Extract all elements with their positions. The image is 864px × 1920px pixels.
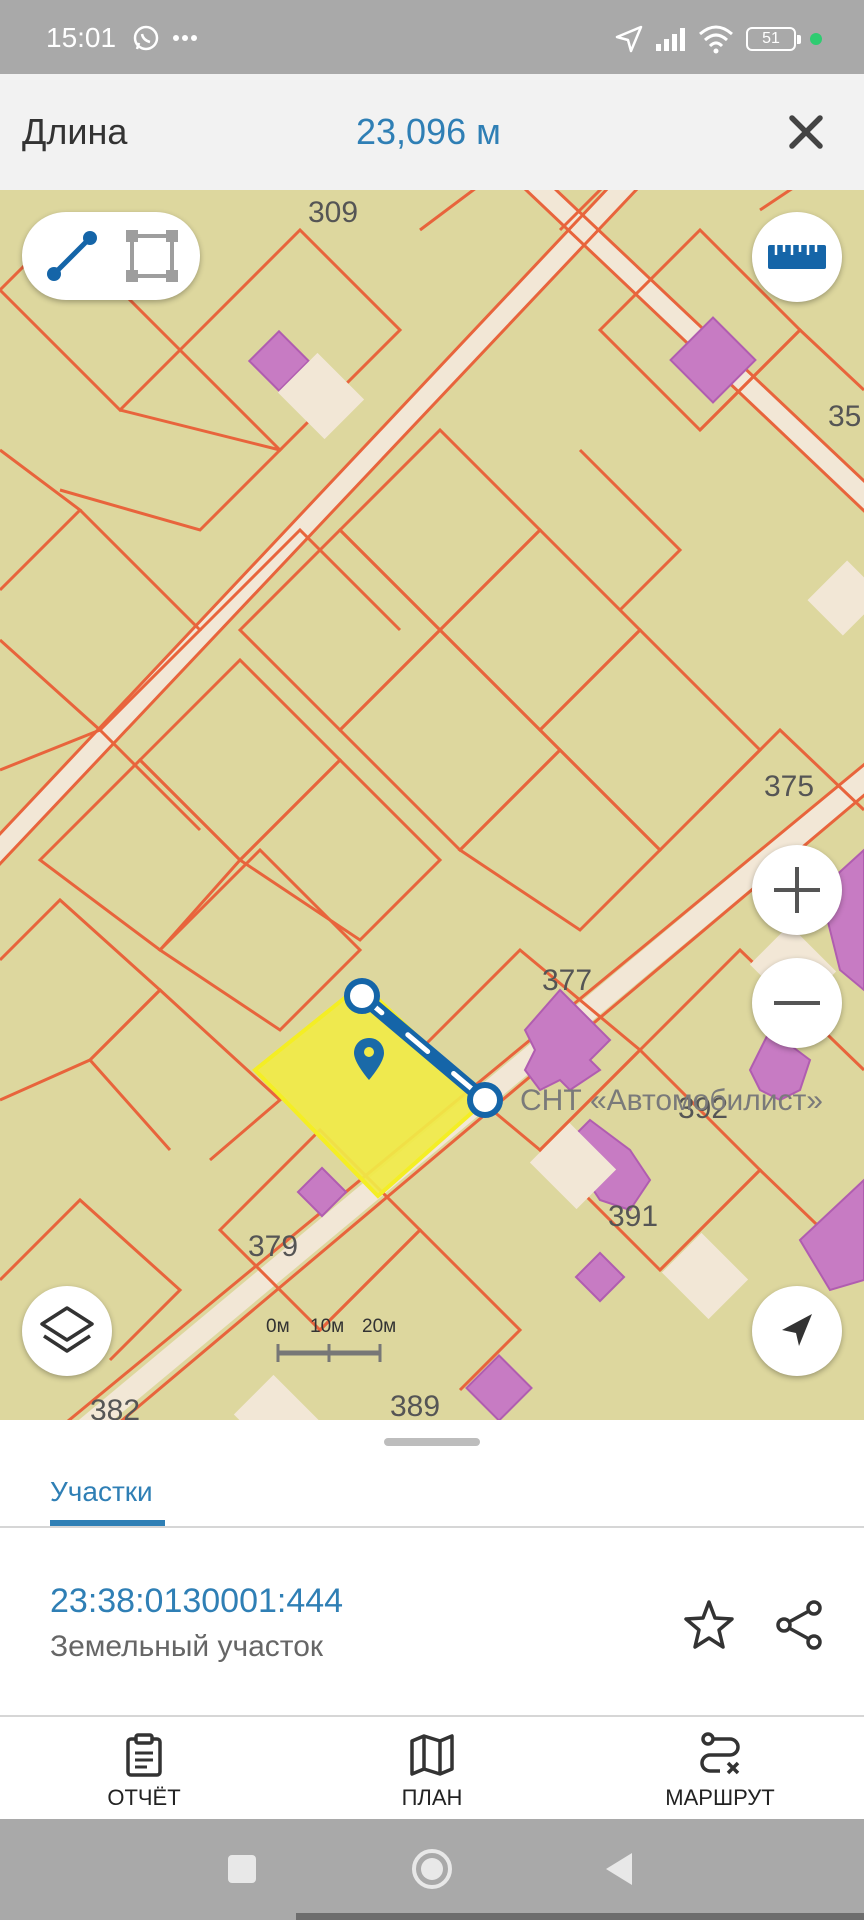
home-icon[interactable] — [410, 1847, 454, 1891]
system-navigation-bar — [0, 1819, 864, 1920]
nav-label: ПЛАН — [401, 1785, 463, 1810]
wifi-icon — [699, 25, 733, 54]
back-icon[interactable] — [602, 1851, 636, 1887]
parcel-number-label: 377 — [542, 964, 593, 997]
parcel-type: Земельный участок — [50, 1630, 324, 1663]
scale-bar: 0м 10м 20м — [266, 1316, 406, 1376]
area-measure-icon[interactable] — [120, 224, 184, 288]
sheet-drag-handle[interactable] — [384, 1438, 480, 1446]
nav-report[interactable]: ОТЧЁТ — [44, 1717, 244, 1819]
plus-icon — [774, 867, 820, 913]
parcel-number-label: 391 — [608, 1200, 659, 1233]
recent-apps-icon[interactable] — [226, 1853, 258, 1885]
scale-label: 10м — [310, 1316, 345, 1337]
zoom-out-button[interactable] — [752, 958, 842, 1048]
ruler-button[interactable] — [752, 212, 842, 302]
parcel-number-label: 35 — [828, 400, 862, 433]
nav-route[interactable]: МАРШРУТ — [620, 1717, 820, 1819]
measure-header: Длина 23,096 м — [0, 74, 864, 190]
close-icon[interactable] — [776, 102, 836, 162]
battery-icon: 51 — [746, 27, 801, 51]
area-label: СНТ «Автомобилист» — [520, 1084, 823, 1117]
whatsapp-icon — [133, 25, 159, 51]
gesture-bar — [296, 1913, 864, 1920]
ruler-icon — [768, 245, 826, 269]
star-icon[interactable] — [680, 1596, 738, 1654]
parcel-number-label: 379 — [248, 1230, 299, 1263]
navigation-arrow-icon — [782, 1314, 812, 1346]
scale-label: 0м — [266, 1316, 290, 1337]
zoom-in-button[interactable] — [752, 845, 842, 935]
layers-button[interactable] — [22, 1286, 112, 1376]
camera-dot-indicator — [810, 33, 822, 45]
line-measure-icon[interactable] — [40, 224, 104, 288]
more-dots-icon — [173, 35, 197, 41]
nav-label: ОТЧЁТ — [107, 1785, 181, 1810]
parcel-number-label: 309 — [308, 196, 359, 229]
bottom-sheet: Участки 23:38:0130001:444 Земельный учас… — [0, 1420, 864, 1717]
minus-icon — [774, 1001, 820, 1005]
status-bar: 15:01 51 — [0, 0, 864, 74]
signal-icon — [656, 28, 685, 51]
parcel-number-label: 375 — [764, 770, 815, 803]
scale-label: 20м — [362, 1316, 397, 1337]
bottom-navigation: ОТЧЁТ ПЛАН МАРШРУТ — [0, 1717, 864, 1819]
map-plan-icon — [410, 1734, 454, 1776]
tab-parcels[interactable]: Участки — [50, 1476, 153, 1508]
share-icon[interactable] — [770, 1596, 828, 1654]
measure-label: Длина — [22, 111, 128, 152]
location-icon — [615, 25, 643, 53]
map-view[interactable]: 309 35 375 377 392 391 379 382 389 СНТ «… — [0, 190, 864, 1420]
status-time: 15:01 — [46, 22, 117, 53]
measure-mode-toggle — [22, 212, 200, 300]
map-base-layer — [0, 190, 864, 1420]
nav-plan[interactable]: ПЛАН — [332, 1717, 532, 1819]
layers-icon — [40, 1306, 94, 1353]
measure-value: 23,096 м — [356, 111, 501, 152]
parcel-number-label: 382 — [90, 1394, 141, 1420]
nav-label: МАРШРУТ — [665, 1785, 775, 1810]
my-location-button[interactable] — [752, 1286, 842, 1376]
report-icon — [126, 1733, 162, 1777]
cadastral-number[interactable]: 23:38:0130001:444 — [50, 1582, 343, 1621]
route-icon — [700, 1732, 740, 1775]
parcel-number-label: 389 — [390, 1390, 441, 1420]
divider — [0, 1526, 864, 1528]
